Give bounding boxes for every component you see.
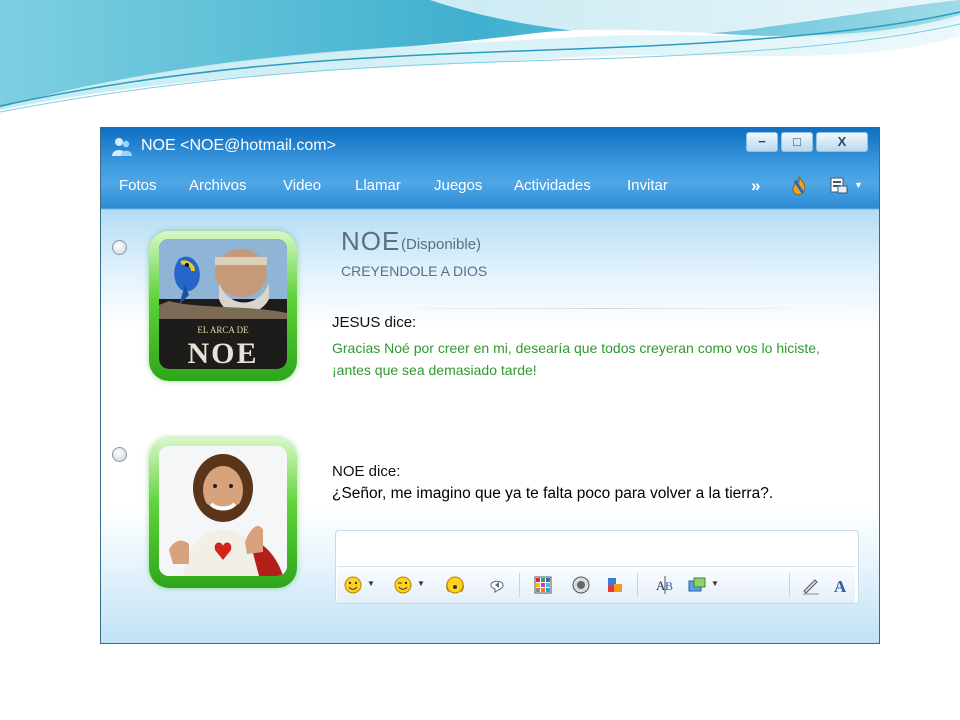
- emoticon-dropdown-icon[interactable]: ▼: [367, 579, 375, 588]
- font-icon[interactable]: AB: [655, 575, 675, 595]
- message-text-1: Gracias Noé por creer en mi, desearía qu…: [332, 340, 820, 378]
- menu-bar: Fotos Archivos Video Llamar Juegos Activ…: [101, 172, 879, 202]
- toolbar-separator: [519, 573, 520, 597]
- emoticon-icon[interactable]: [343, 575, 363, 595]
- contact-name: NOE: [341, 226, 401, 256]
- close-icon: X: [837, 134, 847, 149]
- header-divider: [333, 308, 873, 309]
- svg-text:A: A: [834, 577, 847, 595]
- minimize-button[interactable]: −: [746, 132, 778, 152]
- messenger-window: NOE <NOE@hotmail.com> − □ X Fotos Archiv…: [100, 127, 880, 644]
- show-menu-icon[interactable]: [829, 175, 849, 195]
- menu-item-juegos[interactable]: Juegos: [434, 177, 482, 194]
- game-icon[interactable]: [605, 575, 625, 595]
- send-file-icon[interactable]: [687, 575, 707, 595]
- toolbar-separator-2: [637, 573, 638, 597]
- own-avatar-frame: [149, 438, 297, 588]
- menu-item-invitar[interactable]: Invitar: [627, 177, 668, 194]
- chevron-down-icon[interactable]: ▼: [854, 180, 863, 190]
- avatar-caption-bottom: NOE: [187, 337, 258, 369]
- avatar-caption-top: EL ARCA DE: [197, 325, 249, 335]
- flame-icon[interactable]: [789, 175, 809, 197]
- menu-item-video[interactable]: Video: [283, 177, 321, 194]
- background-icon[interactable]: [533, 575, 553, 595]
- jesus-avatar-image: [159, 446, 287, 576]
- close-button[interactable]: X: [816, 132, 868, 152]
- menu-item-llamar[interactable]: Llamar: [355, 177, 401, 194]
- maximize-button[interactable]: □: [781, 132, 813, 152]
- toolbar-separator-3: [789, 573, 790, 597]
- menu-item-fotos[interactable]: Fotos: [119, 177, 157, 194]
- title-bar: NOE <NOE@hotmail.com> − □ X: [101, 128, 879, 166]
- send-file-dropdown-icon[interactable]: ▼: [711, 579, 719, 588]
- animated-emoticon-icon[interactable]: [445, 575, 465, 595]
- own-avatar: [159, 446, 287, 576]
- message-text-2: ¿Señor, me imagino que ya te falta poco …: [332, 485, 774, 502]
- svg-text:B: B: [665, 579, 673, 593]
- message-sender-1: JESUS dice:: [332, 314, 417, 331]
- maximize-icon: □: [793, 134, 801, 149]
- wink-icon[interactable]: [393, 575, 413, 595]
- more-menu-chevron[interactable]: »: [751, 176, 760, 196]
- wink-dropdown-icon[interactable]: ▼: [417, 579, 425, 588]
- messenger-buddy-icon: [112, 138, 132, 156]
- contact-avatar-frame: EL ARCA DE NOE: [149, 231, 297, 381]
- slide-wave-decoration: [0, 0, 960, 113]
- minimize-icon: −: [758, 134, 766, 149]
- handwriting-icon[interactable]: [801, 575, 821, 595]
- collapse-contact-avatar-button[interactable]: [112, 240, 127, 255]
- collapse-own-avatar-button[interactable]: [112, 447, 127, 462]
- contact-avatar: EL ARCA DE NOE: [159, 239, 287, 369]
- menu-item-actividades[interactable]: Actividades: [514, 177, 591, 194]
- contact-personal-message: CREYENDOLE A DIOS: [341, 263, 488, 279]
- nudge-icon[interactable]: [487, 575, 507, 595]
- formatting-toolbar: ▼ ▼ AB ▼ A: [337, 566, 855, 603]
- window-title: NOE <NOE@hotmail.com>: [141, 137, 336, 154]
- noe-avatar-image: EL ARCA DE NOE: [159, 239, 287, 369]
- font-style-icon[interactable]: A: [831, 575, 851, 595]
- contact-status: (Disponible): [401, 236, 482, 253]
- message-sender-2: NOE dice:: [332, 463, 401, 480]
- voice-clip-icon[interactable]: [571, 575, 591, 595]
- menu-item-archivos[interactable]: Archivos: [189, 177, 247, 194]
